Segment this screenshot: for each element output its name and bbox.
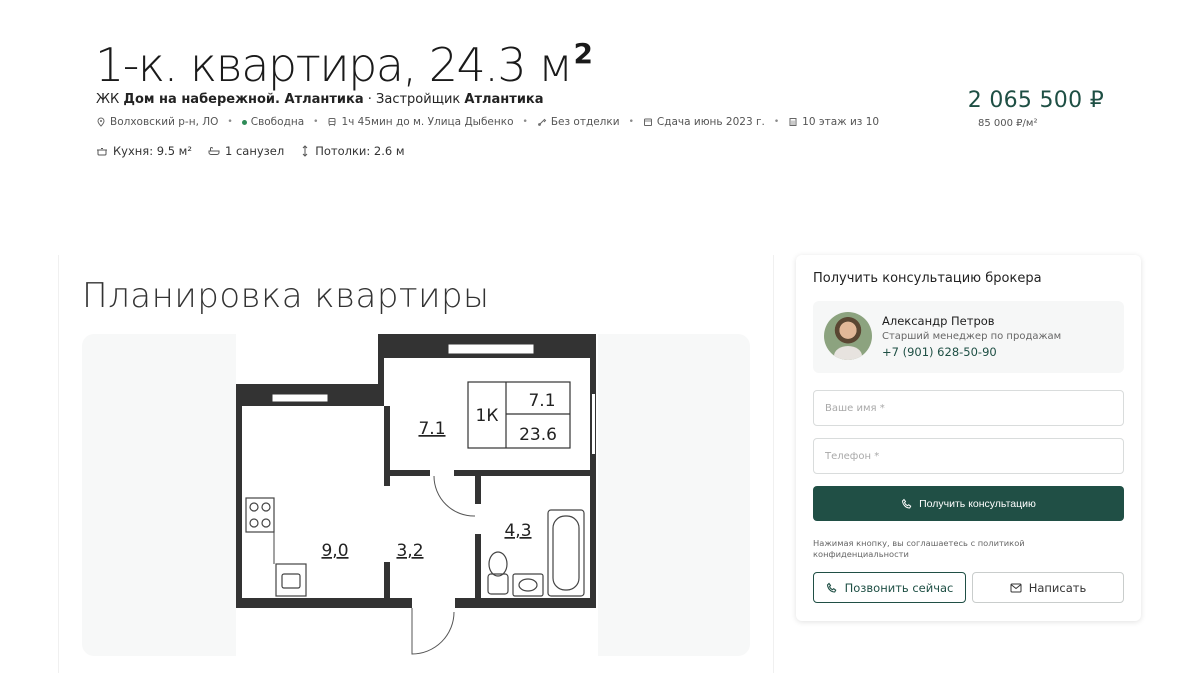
legend-type: 1К: [476, 406, 499, 426]
listing-title: 1-к. квартира, 24.3 м2: [95, 24, 593, 95]
phone-icon: [826, 582, 837, 593]
broker-role: Старший менеджер по продажам: [882, 331, 1062, 342]
write-message-button[interactable]: Написать: [972, 572, 1124, 603]
features-row: Кухня: 9.5 м² 1 санузел Потолки: 2.6 м: [96, 144, 405, 158]
listing-title-sup: 2: [573, 37, 593, 70]
map-pin-icon: [97, 117, 105, 127]
developer-prefix: · Застройщик: [367, 92, 461, 107]
room-area-living: 7.1: [418, 419, 445, 439]
meta-metro-text: 1ч 45мин до м. Улица Дыбенко: [341, 116, 514, 128]
building-icon: [789, 118, 797, 126]
meta-metro: 1ч 45мин до м. Улица Дыбенко: [327, 116, 514, 128]
name-input[interactable]: [813, 390, 1124, 426]
window-left: [271, 393, 329, 403]
floor-plan-viewer[interactable]: 9,0 3,2 7.1 4,3 1К 7.1 23.6: [82, 334, 750, 656]
get-consultation-label: Получить консультацию: [919, 497, 1036, 510]
feature-ceiling: Потолки: 2.6 м: [300, 144, 405, 158]
feature-ceiling-text: Потолки: 2.6 м: [315, 144, 405, 158]
broker-name: Александр Петров: [882, 314, 995, 328]
height-arrow-icon: [302, 145, 308, 157]
kitchen-sink-icon: [275, 563, 307, 597]
status-dot-icon: [241, 119, 247, 125]
meta-separator: •: [313, 117, 319, 127]
feature-kitchen-text: Кухня: 9.5 м²: [113, 144, 192, 158]
envelope-icon: [1010, 583, 1022, 592]
bathtub-icon: [547, 509, 585, 597]
call-now-button[interactable]: Позвонить сейчас: [813, 572, 966, 603]
complex-prefix: ЖК: [96, 92, 120, 107]
bath-door: [433, 475, 476, 517]
listing-title-text: 1-к. квартира, 24.3 м: [95, 38, 573, 92]
meta-status-text: Свободна: [250, 116, 305, 128]
write-message-label: Написать: [1028, 580, 1087, 595]
broker-phone-link[interactable]: +7 (901) 628-50-90: [882, 345, 997, 359]
meta-finishing-text: Без отделки: [550, 116, 620, 128]
meta-separator: •: [773, 117, 780, 127]
phone-input[interactable]: [813, 438, 1124, 474]
listing-subtitle: ЖК Дом на набережной. Атлантика · Застро…: [96, 92, 544, 107]
meta-floor-text: 10 этаж из 10: [802, 116, 880, 128]
washbasin-icon: [512, 573, 544, 597]
floor-plan-drawing: 9,0 3,2 7.1 4,3 1К 7.1 23.6: [236, 334, 596, 655]
meta-floor: 10 этаж из 10: [788, 116, 879, 128]
stove-icon: [245, 497, 275, 564]
pot-icon: [97, 148, 107, 156]
broker-consult-card: Получить консультацию брокера Александр …: [796, 255, 1141, 621]
feature-kitchen: Кухня: 9.5 м²: [96, 144, 192, 158]
legend-living-area: 7.1: [528, 391, 555, 411]
meta-separator: •: [522, 117, 528, 127]
meta-separator: •: [227, 117, 233, 127]
calendar-icon: [643, 118, 652, 126]
plan-walls: [236, 334, 596, 608]
privacy-consent-text: Нажимая кнопку, вы соглашаетесь с полити…: [813, 538, 1025, 559]
meta-finishing: Без отделки: [537, 116, 620, 128]
meta-completion: Сдача июнь 2023 г.: [643, 116, 765, 128]
complex-name-link[interactable]: Дом на набережной. Атлантика: [123, 92, 363, 107]
meta-location-text: Волховский р-н, ЛО: [110, 116, 219, 128]
feature-bathroom: 1 санузел: [208, 144, 284, 158]
call-now-label: Позвонить сейчас: [844, 580, 954, 595]
entrance-door: [411, 608, 455, 655]
price: 2 065 500 ₽: [967, 88, 1104, 113]
meta-completion-text: Сдача июнь 2023 г.: [656, 116, 765, 128]
meta-location: Волховский р-н, ЛО: [96, 116, 218, 128]
meta-separator: •: [628, 117, 634, 127]
plan-heading: Планировка квартиры: [82, 276, 490, 316]
broker-info: Александр Петров Старший менеджер по про…: [813, 301, 1124, 373]
meta-status: Свободна: [241, 116, 305, 128]
price-per-sqm: 85 000 ₽/м²: [978, 118, 1038, 129]
toilet-icon: [487, 551, 509, 595]
consult-title: Получить консультацию брокера: [813, 271, 1042, 286]
window-top: [447, 343, 535, 355]
window-right: [592, 394, 595, 454]
room-area-kitchen: 9,0: [321, 541, 348, 561]
feature-bathroom-text: 1 санузел: [224, 144, 285, 158]
brush-icon: [537, 118, 547, 126]
phone-icon: [902, 498, 912, 509]
bathtub-icon: [208, 147, 220, 155]
get-consultation-button[interactable]: Получить консультацию: [813, 486, 1124, 521]
room-area-hall: 3,2: [396, 541, 423, 561]
legend-total-area: 23.6: [519, 425, 557, 445]
developer-name-link[interactable]: Атлантика: [464, 92, 543, 107]
transport-icon: [328, 118, 336, 127]
room-area-bath: 4,3: [504, 521, 531, 541]
broker-avatar: [824, 312, 872, 360]
listing-meta-row: Волховский р-н, ЛО • Свободна • 1ч 45мин…: [96, 116, 879, 128]
